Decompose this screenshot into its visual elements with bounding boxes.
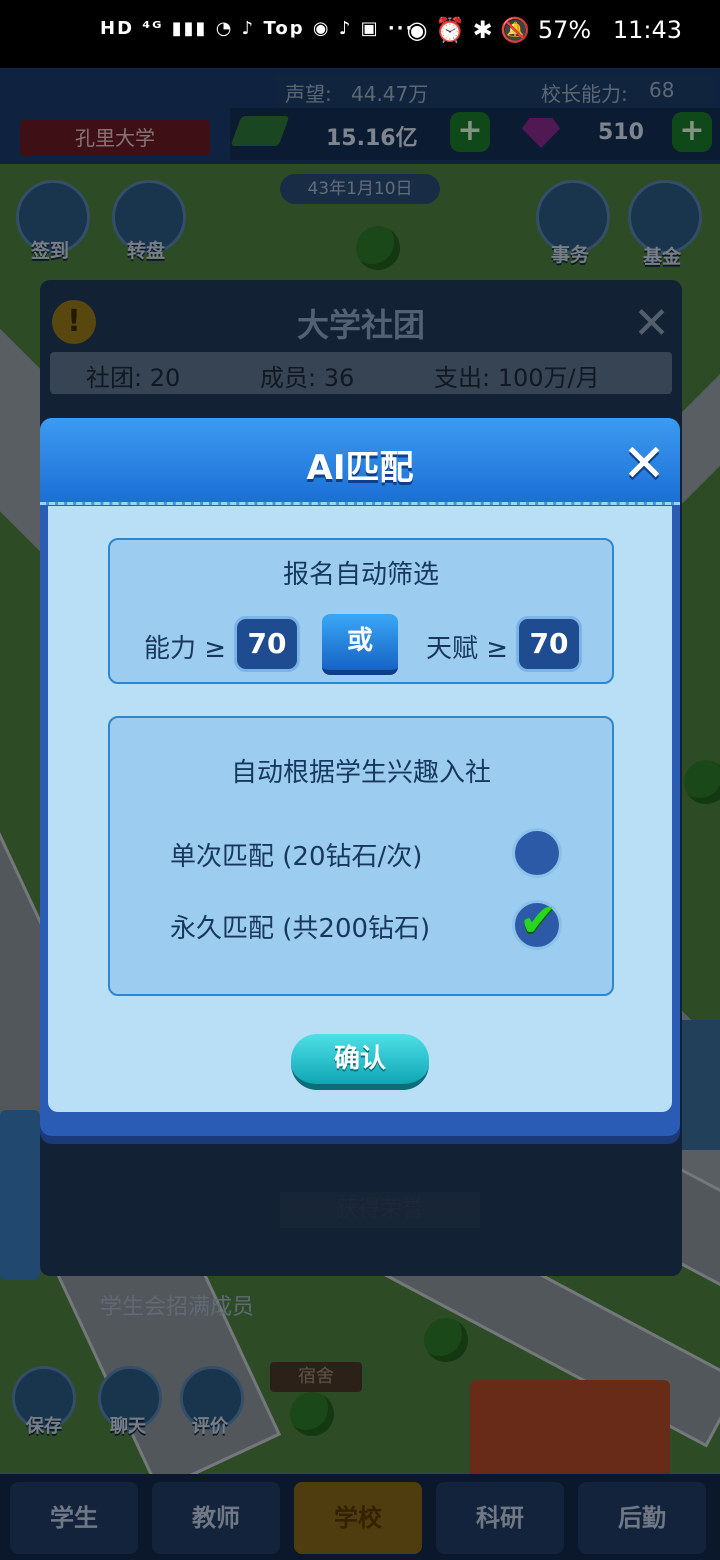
- status-icons-left: HD ⁴ᴳ ▮▮▮ ◔ ♪ Top ◉ ♪ ▣ ···: [100, 18, 415, 39]
- single-match-label: 单次匹配 (20钻石/次): [170, 842, 423, 872]
- status-icons: ◉ ⏰ ✱ 🔕: [406, 16, 531, 44]
- interest-match-panel: 自动根据学生兴趣入社 单次匹配 (20钻石/次) 永久匹配 (共200钻石) ✔: [108, 716, 614, 996]
- battery-percent: 57%: [537, 16, 592, 44]
- single-match-radio[interactable]: [512, 828, 562, 878]
- ability-threshold-input[interactable]: 70: [234, 616, 300, 672]
- or-toggle-button[interactable]: 或: [322, 614, 398, 675]
- ability-label: 能力 ≥: [144, 634, 227, 664]
- dialog-body: 报名自动筛选 能力 ≥ 70 或 天赋 ≥ 70 自动根据学生兴趣入社 单次匹配…: [48, 506, 672, 1112]
- ai-match-dialog: AI匹配 ✕ 报名自动筛选 能力 ≥ 70 或 天赋 ≥ 70 自动根据学生兴趣…: [40, 418, 680, 1136]
- auto-filter-panel: 报名自动筛选 能力 ≥ 70 或 天赋 ≥ 70: [108, 538, 614, 684]
- confirm-button[interactable]: 确认: [291, 1034, 429, 1090]
- status-icons-right: ◉ ⏰ ✱ 🔕 57% 11:43: [407, 16, 683, 44]
- talent-threshold-input[interactable]: 70: [516, 616, 582, 672]
- system-status-bar: HD ⁴ᴳ ▮▮▮ ◔ ♪ Top ◉ ♪ ▣ ··· ◉ ⏰ ✱ 🔕 57% …: [0, 0, 720, 68]
- permanent-match-label: 永久匹配 (共200钻石): [170, 914, 431, 944]
- auto-filter-title: 报名自动筛选: [282, 560, 439, 590]
- dialog-title: AI匹配: [306, 448, 414, 488]
- clock: 11:43: [612, 16, 682, 44]
- permanent-match-radio[interactable]: ✔: [512, 893, 562, 950]
- dialog-header: AI匹配 ✕: [40, 418, 680, 505]
- checkmark-icon: ✔: [519, 893, 558, 947]
- interest-match-title: 自动根据学生兴趣入社: [230, 758, 491, 788]
- close-icon[interactable]: ✕: [616, 438, 672, 494]
- talent-label: 天赋 ≥: [426, 634, 509, 664]
